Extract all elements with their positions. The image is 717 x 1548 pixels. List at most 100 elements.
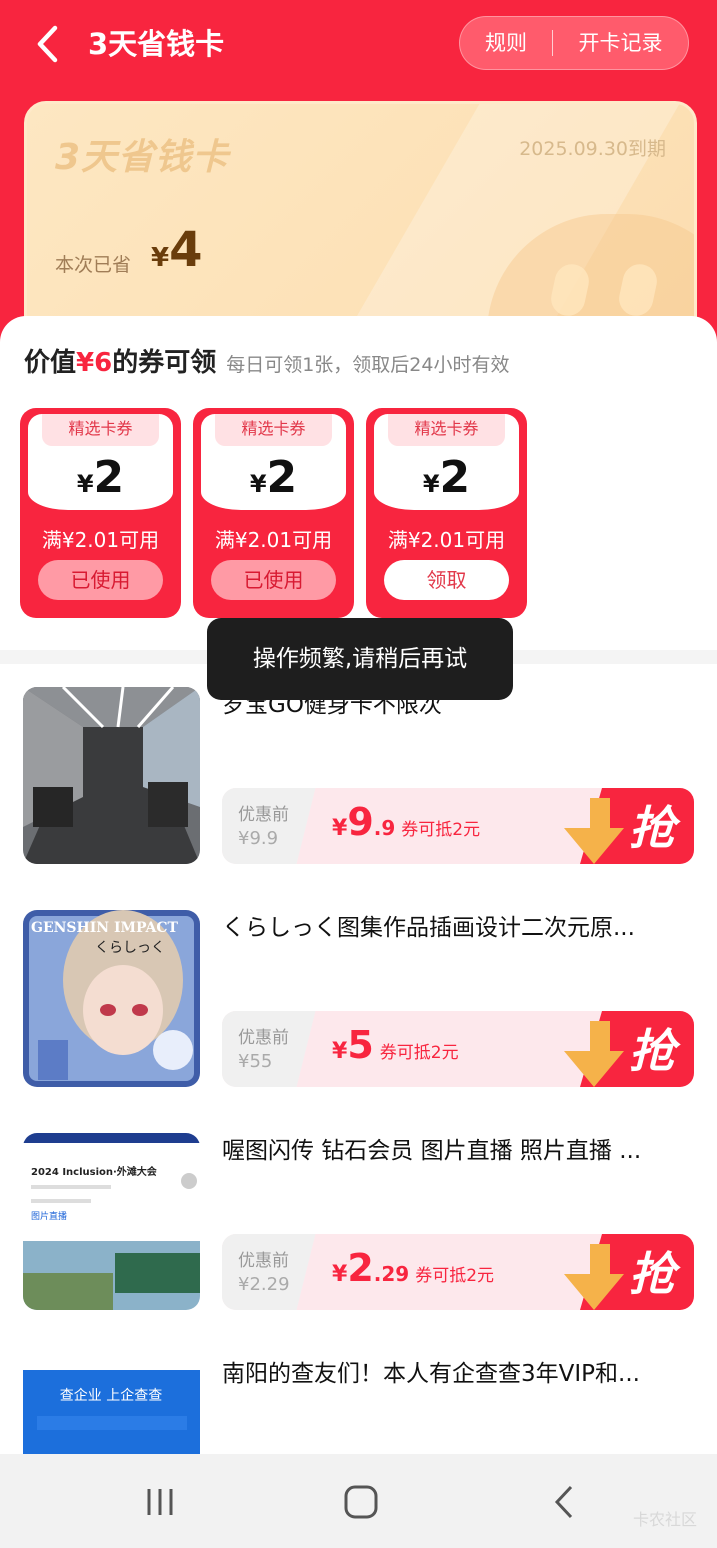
recent-apps-button[interactable] [136,1478,184,1526]
currency-symbol: ¥ [332,1039,348,1064]
coupon-used-button[interactable]: 已使用 [211,560,336,600]
thumb-text: 图片直播 [31,1210,67,1222]
coupon-note: 券可抵2元 [379,1043,459,1063]
product-thumbnail[interactable]: 2024 Inclusion·外滩大会 图片直播 [23,1133,200,1310]
coupon-condition: 满¥2.01可用 [387,528,506,552]
price-bar[interactable]: 优惠前 ¥9.9 ¥9.9 券可抵2元 抢 [222,788,694,864]
coupon-note: 券可抵2元 [401,820,481,840]
mascot-eye [547,261,593,319]
claim-coupon-button[interactable]: 领取 [384,560,509,600]
system-back-button[interactable] [540,1478,588,1526]
card-name: 3天省钱卡 [55,137,230,178]
currency-symbol: ¥ [332,816,348,841]
currency-symbol: ¥ [249,470,267,498]
gym-image [23,687,200,864]
coupon-amount: 2 [266,452,298,503]
coupon-panel-subtitle: 每日可领1张，领取后24小时有效 [226,354,510,376]
thumb-text: 查企业 上企查查 [60,1387,162,1404]
app-screenshot-image: 查企业 上企查查 [23,1356,200,1454]
current-price: ¥5 券可抵2元 [332,1023,459,1067]
coupon-used-button[interactable]: 已使用 [38,560,163,600]
currency-symbol: ¥ [151,243,170,273]
product-thumbnail[interactable]: GENSHIN IMPACT くらしっく [23,910,200,1087]
rules-button[interactable]: 规则 [460,16,552,70]
records-button[interactable]: 开卡记录 [553,16,688,70]
grab-button[interactable]: 抢 [562,1011,694,1087]
coupon-card: 精选卡券 ¥2 满¥2.01可用 领取 [366,408,527,618]
grab-label: 抢 [629,801,681,855]
product-thumbnail[interactable] [23,687,200,864]
watermark: 卡农社区 [632,1510,697,1529]
title-suffix: 的券可领 [112,348,217,378]
card-expiry: 2025.09.30到期 [519,138,666,160]
list-item[interactable]: 查企业 上企查查 南阳的查友们！本人有企查查3年VIP和... [0,1333,717,1454]
price-decimal: .9 [373,816,396,840]
currency-symbol: ¥ [422,470,440,498]
grab-button[interactable]: 抢 [562,788,694,864]
home-icon [344,1485,378,1519]
page-title: 3天省钱卡 [88,27,225,61]
saved-amount: ¥4 [151,222,203,278]
price-bar[interactable]: 优惠前 ¥55 ¥5 券可抵2元 抢 [222,1011,694,1087]
product-title[interactable]: 南阳的查友们！本人有企查查3年VIP和... [222,1357,692,1391]
original-price-label: 优惠前 [238,805,289,825]
coupon-tag: 精选卡券 [215,414,332,446]
product-title[interactable]: くらしっく图集作品插画设计二次元原... [222,911,692,945]
title-value: ¥6 [76,348,113,378]
back-button[interactable] [28,22,68,66]
title-prefix: 价值 [24,348,77,378]
price-integer: 2 [347,1246,374,1290]
coupon-amount: 2 [439,452,471,503]
coupon-condition: 满¥2.01可用 [41,528,160,552]
chevron-left-icon [37,25,58,63]
coupon-condition: 满¥2.01可用 [214,528,333,552]
illustration-image: GENSHIN IMPACT くらしっく [23,910,200,1087]
top-nav-bar: 3天省钱卡 规则 开卡记录 [0,0,717,88]
saved-value: 4 [169,222,203,278]
coupon-tag: 精选卡券 [42,414,159,446]
coupon-amount: 2 [93,452,125,503]
original-price-label: 优惠前 [238,1251,289,1271]
mascot-eye [615,261,661,319]
currency-symbol: ¥ [332,1262,348,1287]
list-item[interactable]: GENSHIN IMPACT くらしっく くらしっく图集作品插画设计二次元原..… [0,887,717,1087]
coupon-card: 精选卡券 ¥2 满¥2.01可用 已使用 [193,408,354,618]
product-title[interactable]: 喔图闪传 钻石会员 图片直播 照片直播 ... [222,1134,692,1168]
product-thumbnail[interactable]: 查企业 上企查查 [23,1356,200,1454]
product-list: 岁宝GO健身卡不限次 优惠前 ¥9.9 ¥9.9 券可抵2元 抢 GENSHIN… [0,664,717,1454]
coupon-tag: 精选卡券 [388,414,505,446]
original-price: ¥55 [238,1051,273,1072]
saved-label: 本次已省 [55,254,132,276]
header-actions: 规则 开卡记录 [459,16,689,70]
grab-button[interactable]: 抢 [562,1234,694,1310]
coupon-value: ¥2 [20,452,181,503]
price-bar[interactable]: 优惠前 ¥2.29 ¥2.29 券可抵2元 抢 [222,1234,694,1310]
original-price: ¥2.29 [238,1274,290,1295]
home-button[interactable] [337,1478,385,1526]
original-price: ¥9.9 [238,828,279,849]
back-arrow-icon [554,1485,573,1519]
coupon-panel: 价值¥6的券可领 每日可领1张，领取后24小时有效 精选卡券 ¥2 满¥2.01… [0,316,717,650]
current-price: ¥9.9 券可抵2元 [332,800,480,844]
price-integer: 9 [347,800,374,844]
grab-label: 抢 [629,1247,681,1301]
thumb-text: 2024 Inclusion·外滩大会 [31,1165,157,1178]
original-price-label: 优惠前 [238,1028,289,1048]
current-price: ¥2.29 券可抵2元 [332,1246,494,1290]
list-item[interactable]: 2024 Inclusion·外滩大会 图片直播 喔图闪传 钻石会员 图片直播 … [0,1110,717,1310]
coupon-value: ¥2 [366,452,527,503]
price-decimal: .29 [373,1262,410,1286]
thumb-text: くらしっく [95,940,165,956]
coupon-note: 券可抵2元 [415,1266,495,1286]
currency-symbol: ¥ [76,470,94,498]
system-nav-bar: 卡农社区 [0,1454,717,1548]
coupon-panel-title: 价值¥6的券可领 [24,342,216,379]
recent-apps-icon [147,1489,173,1515]
toast-message: 操作频繁,请稍后再试 [207,618,513,700]
price-integer: 5 [347,1023,374,1067]
thumb-text: GENSHIN IMPACT [31,920,179,936]
coupon-value: ¥2 [193,452,354,503]
coupon-list: 精选卡券 ¥2 满¥2.01可用 已使用 精选卡券 ¥2 满¥2.01可用 已使… [20,408,527,618]
grab-label: 抢 [629,1024,681,1078]
coupon-panel-header: 价值¥6的券可领 每日可领1张，领取后24小时有效 [24,342,510,379]
